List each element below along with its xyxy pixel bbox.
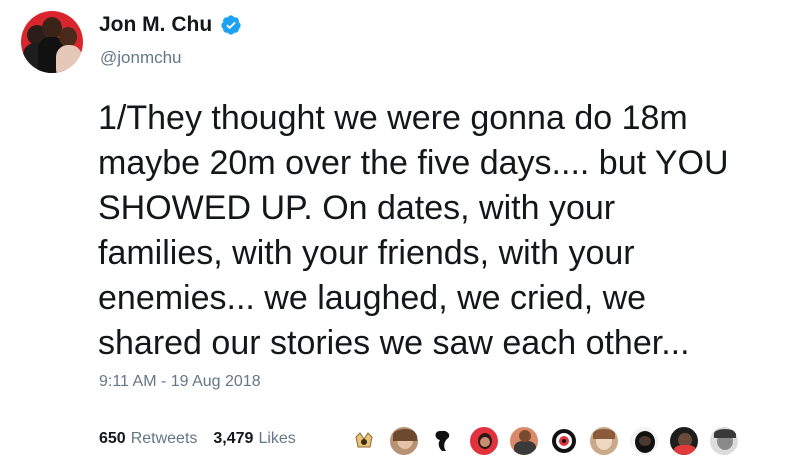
likes-stat[interactable]: 3,479 Likes	[213, 430, 295, 448]
liker-avatar[interactable]	[388, 425, 420, 457]
display-name[interactable]: Jon M. Chu	[99, 13, 242, 37]
tweet-text-line: 1/They thought we were gonna do 18m	[98, 99, 688, 137]
likers-avatars	[348, 425, 740, 457]
verified-badge-icon	[221, 15, 241, 35]
tweet-text-line: families, with your friends, with your	[98, 234, 635, 272]
likes-label: Likes	[258, 430, 296, 447]
handle[interactable]: @jonmchu	[100, 48, 182, 68]
liker-avatar[interactable]	[708, 425, 740, 457]
liker-avatar[interactable]	[668, 425, 700, 457]
tweet-text-line: maybe 20m over the five days.... but YOU	[98, 144, 729, 182]
liker-avatar[interactable]	[628, 425, 660, 457]
retweets-label: Retweets	[130, 430, 198, 447]
tweet-text-line: enemies... we laughed, we cried, we	[98, 279, 647, 317]
retweets-count: 650	[99, 430, 126, 447]
timestamp[interactable]: 9:11 AM - 19 Aug 2018	[99, 373, 261, 391]
tweet-text: 1/They thought we were gonna do 18m mayb…	[98, 96, 788, 366]
display-name-text: Jon M. Chu	[99, 13, 213, 36]
engagement-stats: 650 Retweets 3,479 Likes	[99, 430, 296, 448]
liker-avatar[interactable]	[508, 425, 540, 457]
tweet-card: Jon M. Chu @jonmchu 1/They thought we we…	[0, 0, 800, 468]
liker-avatar[interactable]	[428, 425, 460, 457]
tweet-text-line: SHOWED UP. On dates, with your	[98, 189, 616, 227]
liker-avatar[interactable]	[348, 425, 380, 457]
liker-avatar[interactable]	[588, 425, 620, 457]
liker-avatar[interactable]	[548, 425, 580, 457]
avatar[interactable]	[21, 11, 83, 73]
tweet-text-line: shared our stories we saw each other...	[98, 324, 690, 362]
liker-avatar[interactable]	[468, 425, 500, 457]
likes-count: 3,479	[213, 430, 254, 447]
retweets-stat[interactable]: 650 Retweets	[99, 430, 197, 448]
